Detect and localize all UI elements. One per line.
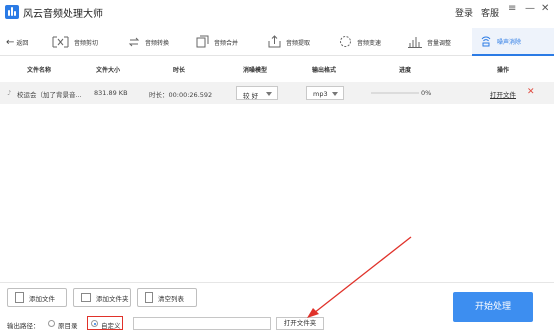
open-file-link[interactable]: 打开文件 [490, 89, 516, 99]
folder-icon [81, 293, 91, 302]
col-progress: 进度 [399, 67, 412, 74]
back-button[interactable]: ← 返回 [6, 28, 28, 56]
progress-bar [371, 92, 419, 94]
file-size: 831.89 KB [94, 89, 128, 97]
clear-list-button[interactable]: 清空列表 [137, 288, 197, 307]
tool-audio-merge[interactable]: 音频合并 [196, 28, 238, 56]
tool-audio-convert[interactable]: 音频转换 [128, 28, 169, 56]
radio-original-dir[interactable] [48, 320, 55, 327]
feature-toolbar: ← 返回 音频剪切 音频转换 音频合并 音频提取 音频变速 音量调整 噪声消除 [0, 28, 554, 56]
back-arrow-icon: ← [6, 36, 15, 48]
chevron-down-icon [266, 92, 272, 96]
col-output-format: 输出格式 [312, 67, 337, 74]
tool-audio-speed[interactable]: 音频变速 [339, 28, 381, 56]
tool-noise-removal[interactable]: 噪声消除 [472, 28, 554, 56]
open-folder-button[interactable]: 打开文件夹 [276, 317, 324, 330]
title-bar: 风云音频处理大师 登录 客服 ≡ — ✕ [0, 0, 554, 26]
scissors-icon [52, 33, 69, 52]
close-button[interactable]: ✕ [541, 3, 549, 14]
file-name: 校运会（加了背景音... [17, 91, 82, 99]
volume-icon [408, 33, 422, 52]
speed-icon [339, 33, 352, 52]
menu-icon[interactable]: ≡ [508, 3, 516, 14]
file-icon [15, 292, 24, 303]
tool-audio-extract[interactable]: 音频提取 [268, 28, 310, 56]
file-duration: 时长：00:00:26.592 [149, 91, 213, 99]
col-duration: 时长 [173, 67, 186, 74]
progress-text: 0% [421, 89, 432, 97]
delete-icon[interactable]: ✕ [527, 87, 535, 97]
col-file-size: 文件大小 [96, 67, 121, 74]
col-file-name: 文件名称 [27, 67, 52, 74]
col-noise-model: 消噪模型 [243, 67, 268, 74]
extract-icon [268, 33, 281, 52]
radio-custom[interactable] [91, 320, 98, 327]
output-path-input[interactable] [133, 317, 271, 330]
audio-file-icon: ♪ [7, 89, 12, 97]
chevron-down-icon [332, 92, 338, 96]
app-title: 风云音频处理大师 [23, 9, 103, 20]
login-link[interactable]: 登录 [455, 6, 473, 19]
tool-audio-cut[interactable]: 音频剪切 [52, 28, 98, 56]
output-path-label: 输出路径： [7, 322, 40, 330]
add-file-button[interactable]: 添加文件 [7, 288, 67, 307]
convert-icon [128, 33, 140, 52]
table-row[interactable]: ♪ 校运会（加了背景音... 831.89 KB 时长：00:00:26.592… [0, 82, 554, 104]
radio-custom-label[interactable]: 自定义 [101, 320, 121, 330]
minimize-button[interactable]: — [525, 3, 535, 14]
tool-volume-adjust[interactable]: 音量调整 [408, 28, 451, 56]
merge-icon [196, 33, 209, 52]
noise-model-select[interactable]: 较 好 [236, 86, 278, 100]
add-folder-button[interactable]: 添加文件夹 [73, 288, 131, 307]
radio-original-dir-label[interactable]: 原目录 [58, 320, 78, 330]
start-processing-button[interactable]: 开始处理 [453, 292, 533, 322]
service-link[interactable]: 客服 [481, 6, 499, 19]
app-logo-icon [5, 5, 19, 19]
table-header: 文件名称 文件大小 时长 消噪模型 输出格式 进度 操作 [0, 60, 554, 78]
col-actions: 操作 [497, 67, 510, 74]
output-format-select[interactable]: mp3 [306, 86, 344, 100]
trash-icon [145, 292, 153, 303]
noise-icon [480, 32, 492, 51]
